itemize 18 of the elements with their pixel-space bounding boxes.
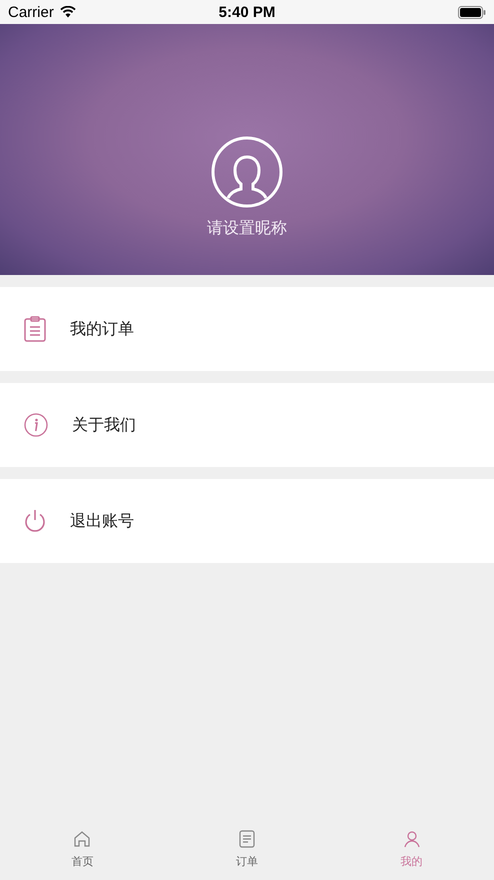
menu-item[interactable]: 我的订单: [0, 287, 494, 371]
battery-icon: [458, 6, 486, 18]
document-icon: [239, 830, 255, 848]
power-icon: [24, 509, 46, 533]
menu-item[interactable]: 退出账号: [0, 479, 494, 563]
carrier-label: Carrier: [8, 4, 54, 20]
home-icon: [73, 830, 92, 848]
person-icon: [402, 830, 421, 848]
nickname-label[interactable]: 请设置昵称: [207, 218, 287, 239]
avatar-icon[interactable]: [211, 136, 283, 208]
tab-item[interactable]: 订单: [164, 824, 330, 880]
tab-item[interactable]: 我的: [329, 824, 494, 880]
wifi-icon: [60, 6, 76, 18]
clock-time: 5:40 PM: [218, 4, 276, 20]
clipboard-icon: [24, 316, 46, 342]
info-icon: [24, 413, 48, 437]
menu-item[interactable]: 关于我们: [0, 383, 494, 467]
tab-item[interactable]: 首页: [0, 824, 165, 880]
